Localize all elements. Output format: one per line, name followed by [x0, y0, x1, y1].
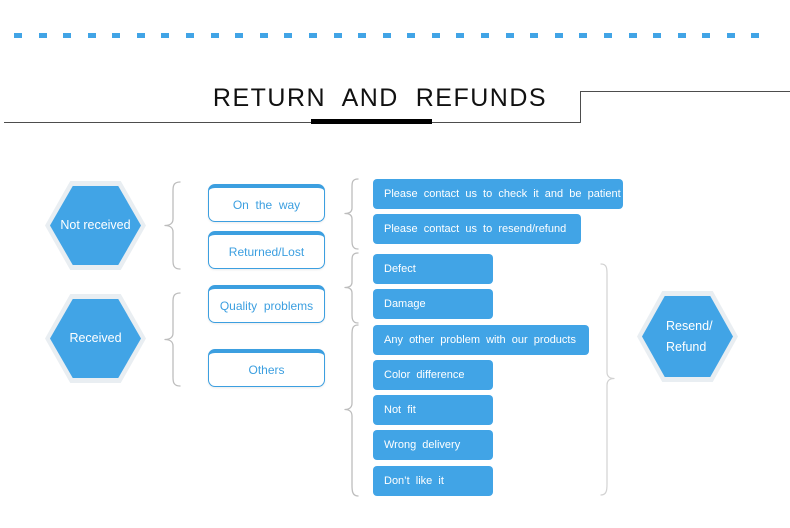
brace-received	[160, 292, 186, 387]
brace-others	[340, 324, 364, 498]
node-on-the-way-label: On the way	[232, 197, 301, 212]
node-received-fill: Received	[50, 299, 141, 378]
divider-dash	[407, 33, 415, 38]
leaf-defect-label: Defect	[384, 263, 416, 275]
leaf-not-fit[interactable]: Not fit	[373, 395, 493, 425]
node-resend-refund-fill: Resend/ Refund	[642, 296, 733, 377]
page-title: RETURN AND REFUNDS	[212, 84, 548, 112]
leaf-contact-resend[interactable]: Please contact us to resend/refund	[373, 214, 581, 244]
node-not-received-fill: Not received	[50, 186, 141, 265]
header-rule-highlight	[311, 119, 432, 124]
leaf-defect[interactable]: Defect	[373, 254, 493, 284]
divider-dash	[358, 33, 366, 38]
leaf-contact-resend-label: Please contact us to resend/refund	[384, 223, 567, 235]
node-resend-refund[interactable]: Resend/ Refund	[637, 291, 738, 382]
leaf-any-other-problem-label: Any other problem with our products	[384, 334, 576, 346]
leaf-not-fit-label: Not fit	[384, 404, 416, 416]
divider-dash	[579, 33, 587, 38]
node-not-received[interactable]: Not received	[45, 181, 146, 270]
brace-quality-problems	[340, 252, 364, 324]
leaf-color-difference[interactable]: Color difference	[373, 360, 493, 390]
divider-dash	[161, 33, 169, 38]
node-returned-lost[interactable]: Returned/Lost	[208, 231, 325, 269]
divider-dash	[383, 33, 391, 38]
dotted-divider	[14, 33, 776, 38]
divider-dash	[334, 33, 342, 38]
divider-dash	[112, 33, 120, 38]
leaf-contact-check-label: Please contact us to check it and be pat…	[384, 188, 621, 200]
divider-dash	[727, 33, 735, 38]
header-rule-step	[580, 91, 581, 123]
divider-dash	[702, 33, 710, 38]
node-others-label: Others	[248, 362, 285, 377]
brace-not-received	[160, 181, 186, 270]
divider-dash	[309, 33, 317, 38]
leaf-wrong-delivery[interactable]: Wrong delivery	[373, 430, 493, 460]
leaf-any-other-problem[interactable]: Any other problem with our products	[373, 325, 589, 355]
leaf-color-difference-label: Color difference	[384, 369, 465, 381]
leaf-dont-like-it[interactable]: Don’t like it	[373, 466, 493, 496]
divider-dash	[506, 33, 514, 38]
brace-resend-refund	[597, 263, 619, 497]
brace-on-the-way	[340, 178, 364, 250]
divider-dash	[530, 33, 538, 38]
divider-dash	[555, 33, 563, 38]
node-quality-problems[interactable]: Quality problems	[208, 285, 325, 323]
leaf-damage-label: Damage	[384, 298, 426, 310]
divider-dash	[211, 33, 219, 38]
divider-dash	[481, 33, 489, 38]
divider-dash	[456, 33, 464, 38]
infographic-canvas: RETURN AND REFUNDS Not received Received…	[0, 0, 790, 528]
divider-dash	[751, 33, 759, 38]
node-returned-lost-label: Returned/Lost	[228, 244, 305, 259]
leaf-dont-like-it-label: Don’t like it	[384, 475, 444, 487]
leaf-damage[interactable]: Damage	[373, 289, 493, 319]
divider-dash	[14, 33, 22, 38]
node-quality-problems-label: Quality problems	[219, 298, 314, 313]
node-not-received-label: Not received	[60, 218, 131, 232]
node-others[interactable]: Others	[208, 349, 325, 387]
divider-dash	[39, 33, 47, 38]
divider-dash	[678, 33, 686, 38]
leaf-contact-check[interactable]: Please contact us to check it and be pat…	[373, 179, 623, 209]
divider-dash	[629, 33, 637, 38]
divider-dash	[260, 33, 268, 38]
node-received-label: Received	[69, 331, 122, 345]
node-resend-refund-label: Resend/ Refund	[666, 318, 713, 354]
leaf-wrong-delivery-label: Wrong delivery	[384, 439, 461, 451]
header-rule-right	[580, 91, 790, 92]
node-received[interactable]: Received	[45, 294, 146, 383]
header-rule-left	[4, 122, 580, 123]
divider-dash	[88, 33, 96, 38]
divider-dash	[186, 33, 194, 38]
divider-dash	[284, 33, 292, 38]
divider-dash	[137, 33, 145, 38]
divider-dash	[432, 33, 440, 38]
divider-dash	[63, 33, 71, 38]
divider-dash	[235, 33, 243, 38]
divider-dash	[604, 33, 612, 38]
divider-dash	[653, 33, 661, 38]
node-on-the-way[interactable]: On the way	[208, 184, 325, 222]
